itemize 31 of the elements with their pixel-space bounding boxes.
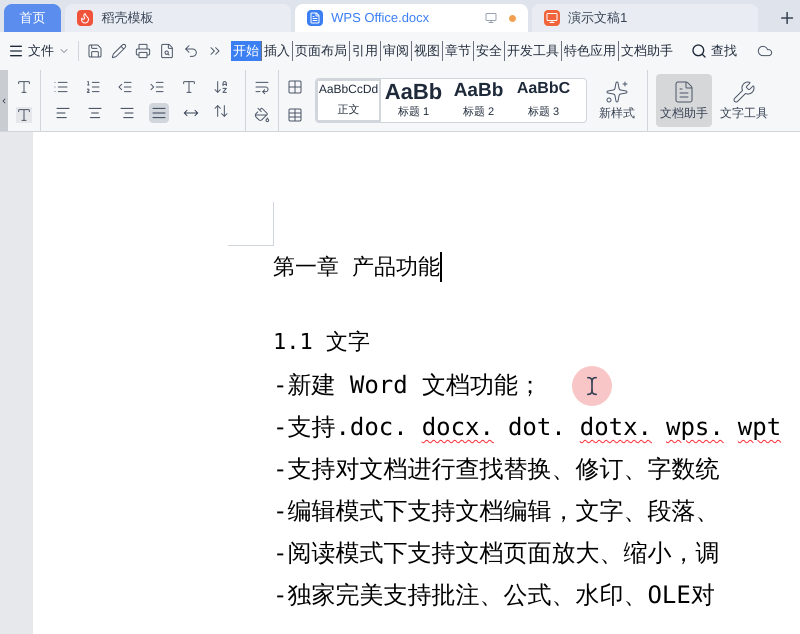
document-line: -新建 Word 文档功能； (273, 370, 542, 401)
chapter-heading: 第一章 产品功能 (273, 254, 440, 282)
ribbon-tab[interactable]: 特色应用 (562, 41, 619, 61)
ribbon-tab[interactable]: 安全 (474, 41, 505, 61)
document-line: -支持对文档进行查找替换、修订、字数统 (273, 454, 720, 485)
ribbon-tab[interactable]: 引用 (350, 41, 381, 61)
new-style-button[interactable]: 新样式 (587, 70, 648, 131)
search-button[interactable]: 查找 (691, 41, 737, 61)
file-menu-button[interactable]: 文件 (8, 41, 79, 61)
document-line: -独家完美支持批注、公式、水印、OLE对 (273, 580, 715, 611)
ribbon-tab[interactable]: 页面布局 (293, 41, 350, 61)
document-line: -编辑模式下支持文档编辑，文字、段落、 (273, 496, 720, 527)
ribbon-tab[interactable]: 开始 (231, 41, 262, 61)
ribbon-tab[interactable]: 视图 (412, 41, 443, 61)
document-tab[interactable]: 稻壳模板 (65, 4, 292, 32)
document-line: -阅读模式下支持文档页面放大、缩小，调 (273, 538, 720, 569)
style-preset[interactable]: AaBb 标题 2 (446, 79, 511, 122)
ribbon-tab[interactable]: 文档助手 (619, 41, 675, 61)
document-tab[interactable]: WPS Office.docx (295, 4, 528, 32)
style-preset[interactable]: AaBbC 标题 3 (511, 79, 576, 122)
section-heading: 1.1 文字 (273, 329, 371, 357)
ribbon-tab[interactable]: 插入 (262, 41, 293, 61)
document-tab[interactable]: 演示文稿1 (532, 4, 758, 32)
text-tools-button[interactable]: 文字工具 (712, 70, 776, 131)
style-preset[interactable]: AaBbCcDd 正文 (316, 79, 381, 122)
ribbon-tab[interactable]: 章节 (443, 41, 474, 61)
style-preset[interactable]: AaBb 标题 1 (381, 79, 446, 122)
document-assistant-button[interactable]: 文档助手 (656, 74, 712, 127)
document-line: -支持.doc. docx. dot. dotx. wps. wpt (273, 412, 782, 443)
ribbon-tab[interactable]: 开发工具 (505, 41, 562, 61)
ribbon-tab[interactable]: 审阅 (381, 41, 412, 61)
